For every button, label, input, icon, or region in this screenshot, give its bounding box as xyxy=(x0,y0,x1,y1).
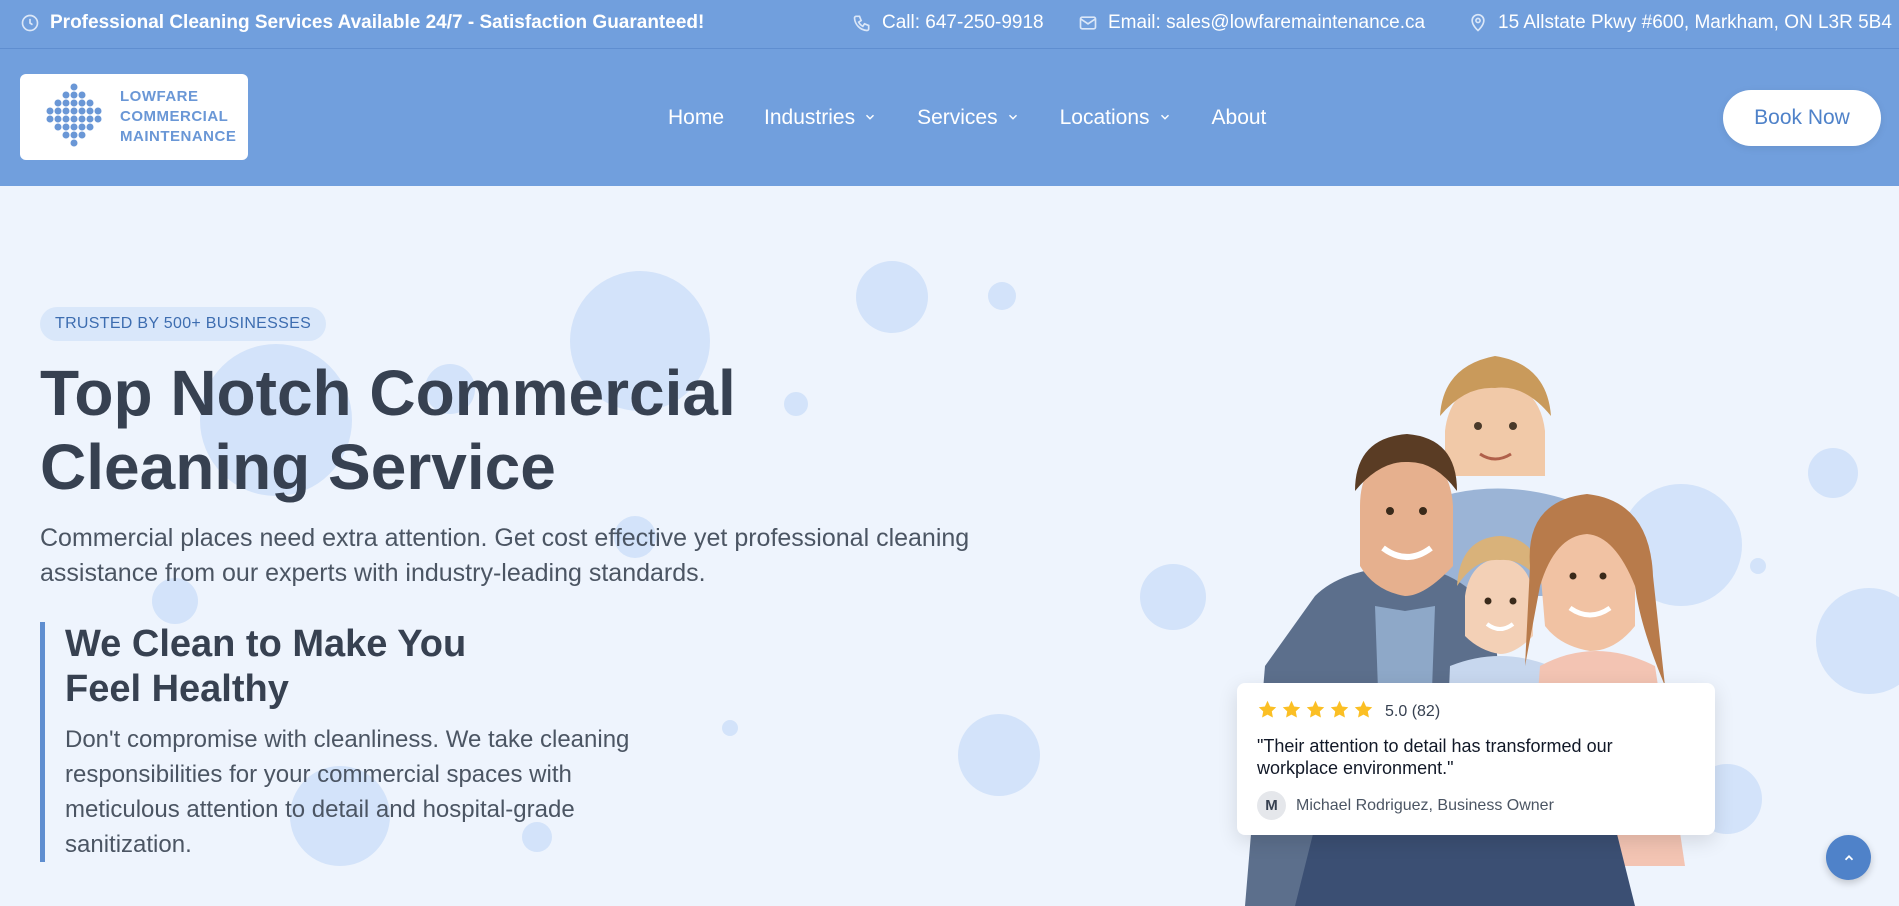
book-now-button[interactable]: Book Now xyxy=(1723,90,1881,146)
avatar: M xyxy=(1257,791,1286,820)
star-icon xyxy=(1281,699,1302,725)
decorative-bubble xyxy=(988,282,1016,310)
site-logo[interactable]: LOWFARE COMMERCIAL MAINTENANCE xyxy=(20,74,248,160)
feature-text: Don't compromise with cleanliness. We ta… xyxy=(65,726,630,858)
hero-section: TRUSTED BY 500+ BUSINESSES Top Notch Com… xyxy=(0,186,1899,906)
phone-icon xyxy=(852,13,872,33)
map-pin-icon xyxy=(1468,13,1488,33)
nav-label-about[interactable]: About xyxy=(1212,106,1267,130)
feature-block: We Clean to Make You Feel Healthy Don't … xyxy=(40,622,680,862)
decorative-bubble xyxy=(1808,448,1858,498)
decorative-bubble xyxy=(958,714,1040,796)
trusted-badge: TRUSTED BY 500+ BUSINESSES xyxy=(40,307,327,341)
page-title: Top Notch Commercial Cleaning Service xyxy=(40,356,840,504)
decorative-bubble xyxy=(1816,588,1899,694)
top-info-bar: Professional Cleaning Services Available… xyxy=(0,0,1899,49)
nav-label-locations[interactable]: Locations xyxy=(1060,106,1150,130)
logo-line-3: MAINTENANCE xyxy=(120,128,237,145)
star-rating: 5.0 (82) xyxy=(1257,699,1695,725)
nav-label-industries[interactable]: Industries xyxy=(764,106,855,130)
clock-icon xyxy=(20,13,40,33)
announcement: Professional Cleaning Services Available… xyxy=(20,12,704,34)
announcement-text: Professional Cleaning Services Available… xyxy=(50,12,705,33)
nav-label-home[interactable]: Home xyxy=(668,106,724,130)
chevron-up-icon xyxy=(1844,854,1853,860)
logo-text: LOWFARE COMMERCIAL MAINTENANCE xyxy=(120,87,236,147)
address: 15 Allstate Pkwy #600, Markham, ON L3R 5… xyxy=(1468,12,1892,34)
review-quote: "Their attention to detail has transform… xyxy=(1257,736,1613,778)
hero-subtitle: Commercial places need extra attention. … xyxy=(40,524,970,587)
email-link[interactable]: Email: sales@lowfaremaintenance.ca xyxy=(1078,12,1425,34)
main-navbar: LOWFARE COMMERCIAL MAINTENANCE Home Indu… xyxy=(0,49,1899,186)
nav-item-about[interactable]: About xyxy=(1212,106,1267,130)
chevron-down-icon xyxy=(1158,106,1172,130)
nav-item-industries[interactable]: Industries xyxy=(764,106,877,130)
logo-line-1: LOWFARE xyxy=(120,88,199,105)
primary-nav: Home Industries Services Locations About xyxy=(668,106,1266,130)
nav-item-locations[interactable]: Locations xyxy=(1060,106,1172,130)
email-text[interactable]: Email: sales@lowfaremaintenance.ca xyxy=(1108,12,1425,34)
decorative-bubble xyxy=(856,261,928,333)
nav-label-services[interactable]: Services xyxy=(917,106,998,130)
rating-value: 5.0 (82) xyxy=(1385,703,1441,720)
star-icon xyxy=(1257,699,1278,725)
address-text: 15 Allstate Pkwy #600, Markham, ON L3R 5… xyxy=(1498,12,1892,33)
nav-item-home[interactable]: Home xyxy=(668,106,724,130)
feature-heading-line-1: We Clean to Make You xyxy=(65,623,467,665)
feature-heading-line-2: Feel Healthy xyxy=(65,668,289,710)
decorative-bubble xyxy=(1750,558,1766,574)
chevron-down-icon xyxy=(863,106,877,130)
star-icon xyxy=(1353,699,1374,725)
nav-item-services[interactable]: Services xyxy=(917,106,1020,130)
feature-heading: We Clean to Make You Feel Healthy xyxy=(65,622,680,712)
decorative-bubble xyxy=(722,720,738,736)
logo-dots-icon xyxy=(46,83,102,147)
title-line-2: Cleaning Service xyxy=(40,431,556,503)
review-card: 5.0 (82) "Their attention to detail has … xyxy=(1237,683,1715,835)
star-icon xyxy=(1305,699,1326,725)
reviewer-name: Michael Rodriguez, Business Owner xyxy=(1296,796,1554,814)
title-line-1: Top Notch Commercial xyxy=(40,357,736,429)
logo-line-2: COMMERCIAL xyxy=(120,108,229,125)
phone-link[interactable]: Call: 647-250-9918 xyxy=(852,12,1044,34)
scroll-to-top-button[interactable] xyxy=(1826,835,1871,880)
mail-icon xyxy=(1078,13,1098,33)
chevron-down-icon xyxy=(1006,106,1020,130)
star-icon xyxy=(1329,699,1350,725)
reviewer: M Michael Rodriguez, Business Owner xyxy=(1257,791,1695,820)
phone-text[interactable]: Call: 647-250-9918 xyxy=(882,12,1044,34)
